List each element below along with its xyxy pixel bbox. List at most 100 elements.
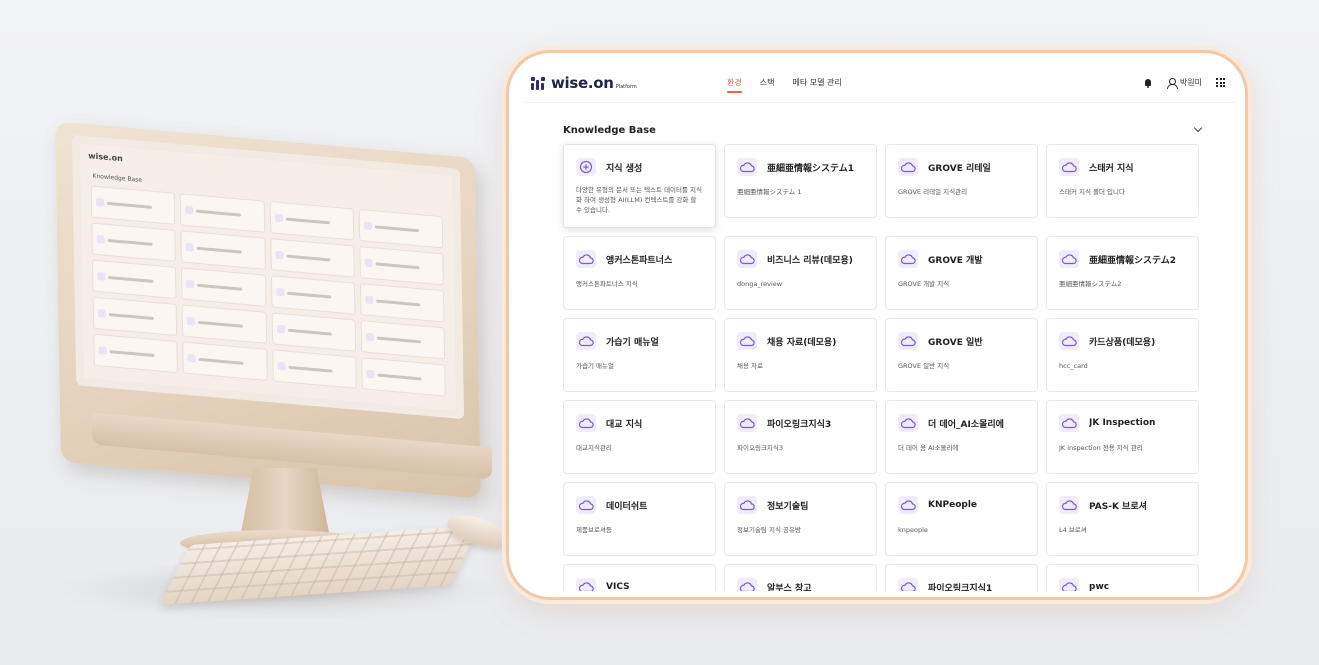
card-description: 亜細亜情報システム 1 bbox=[737, 188, 802, 196]
card-header: GROVE 개발 bbox=[898, 249, 1025, 269]
knowledge-base-card[interactable]: 亜細亜情報システム2 亜細亜情報システム2 bbox=[1046, 236, 1199, 310]
card-title: JK Inspection bbox=[1089, 418, 1156, 428]
main-content: Knowledge Base 지식 생성 다양한 유형의 문서 또는 텍스트 데이… bbox=[523, 103, 1235, 591]
knowledge-base-card[interactable]: 앵커스톤파트너스 앵커스톤파트너스 지식 bbox=[563, 236, 716, 310]
apps-grid-icon[interactable] bbox=[1216, 78, 1225, 87]
knowledge-base-card[interactable]: 대교 지식 대교지식관리 bbox=[563, 400, 716, 474]
mini-card bbox=[91, 259, 177, 300]
knowledge-base-card[interactable]: 파이오링크지식3 파이오링크지식3 bbox=[724, 400, 877, 474]
card-header: 파이오링크지식1 bbox=[898, 577, 1025, 591]
section-title: Knowledge Base bbox=[563, 125, 656, 136]
knowledge-base-card[interactable]: PAS-K 브로셔 L4 브로셔 bbox=[1046, 482, 1199, 556]
card-description: donga_review bbox=[737, 280, 783, 288]
cloud-icon bbox=[1059, 578, 1079, 591]
card-header: 알부스 창고 bbox=[737, 577, 864, 591]
card-description: GROVE 리테일 지식관리 bbox=[898, 188, 968, 196]
card-description: 채용 자료 bbox=[737, 362, 763, 370]
knowledge-base-card[interactable]: 데이터쉬트 제품브로셔등 bbox=[563, 482, 716, 556]
card-header: 스태커 지식 bbox=[1059, 157, 1186, 177]
mini-card bbox=[181, 267, 267, 307]
cloud-icon bbox=[1059, 496, 1079, 514]
knowledge-base-card[interactable]: 파이오링크지식1 bbox=[885, 564, 1038, 591]
knowledge-base-card[interactable]: GROVE 개발 GROVE 개발 지식 bbox=[885, 236, 1038, 310]
knowledge-base-card[interactable]: 비즈니스 리뷰(데모용) donga_review bbox=[724, 236, 877, 310]
knowledge-base-card[interactable]: 亜細亜情報システム1 亜細亜情報システム 1 bbox=[724, 144, 877, 218]
cloud-icon bbox=[898, 158, 918, 176]
card-header: 가습기 매뉴얼 bbox=[576, 331, 703, 351]
card-description: 스태커 지식 폴더 입니다 bbox=[1059, 188, 1125, 196]
card-title: 파이오링크지식3 bbox=[767, 419, 832, 430]
knowledge-base-card[interactable]: GROVE 일반 GROVE 일반 지식 bbox=[885, 318, 1038, 392]
card-title: 파이오링크지식1 bbox=[928, 583, 993, 592]
card-description: knpeople bbox=[898, 526, 928, 534]
nav-item-2[interactable]: 메타 모델 관리 bbox=[792, 63, 841, 102]
card-title: GROVE 일반 bbox=[928, 337, 983, 348]
cloud-icon bbox=[1059, 158, 1079, 176]
monitor-illustration: wise.on Knowledge Base bbox=[40, 121, 520, 650]
knowledge-base-card[interactable]: KNPeople knpeople bbox=[885, 482, 1038, 556]
knowledge-base-card[interactable]: 가습기 매뉴얼 가습기 매뉴얼 bbox=[563, 318, 716, 392]
mini-card bbox=[90, 185, 176, 225]
card-title: 채용 자료(데모용) bbox=[767, 337, 837, 348]
card-description: hcc_card bbox=[1059, 362, 1088, 370]
card-description: GROVE 개발 지식 bbox=[898, 280, 950, 288]
app-window: wise.on Platform 환경 스택 메타 모델 관리 박원미 Knowle… bbox=[523, 63, 1235, 591]
knowledge-base-card[interactable]: 스태커 지식스태커 지식 폴더 입니다 bbox=[1046, 144, 1199, 218]
card-title: VICS bbox=[606, 582, 630, 591]
logo[interactable]: wise.on Platform bbox=[531, 74, 727, 92]
card-title: 알부스 창고 bbox=[767, 583, 812, 592]
card-title: 亜細亜情報システム1 bbox=[767, 163, 854, 174]
plus-icon bbox=[576, 158, 596, 176]
knowledge-base-card[interactable]: 카드상품(데모용) hcc_card bbox=[1046, 318, 1199, 392]
user-icon bbox=[1166, 78, 1178, 89]
knowledge-base-card[interactable]: pwc bbox=[1046, 564, 1199, 591]
cloud-icon bbox=[576, 414, 596, 432]
create-knowledge-card[interactable]: 지식 생성 다양한 유형의 문서 또는 텍스트 데이터를 지식화 하여 생성형 A… bbox=[563, 144, 716, 228]
cloud-icon bbox=[737, 332, 757, 350]
chevron-down-icon[interactable] bbox=[1193, 123, 1203, 133]
card-description: 제품브로셔등 bbox=[576, 526, 612, 534]
knowledge-base-grid: 지식 생성 다양한 유형의 문서 또는 텍스트 데이터를 지식화 하여 생성형 A… bbox=[563, 144, 1199, 591]
bell-icon[interactable] bbox=[1143, 78, 1153, 88]
logo-text: wise.on bbox=[551, 73, 614, 92]
mini-card-grid bbox=[81, 185, 456, 398]
card-description: 가습기 매뉴얼 bbox=[576, 362, 614, 370]
mini-card bbox=[269, 201, 354, 241]
card-header: 카드상품(데모용) bbox=[1059, 331, 1186, 351]
card-header: 亜細亜情報システム1 bbox=[737, 157, 864, 177]
mini-card bbox=[179, 193, 265, 233]
knowledge-base-card[interactable]: 알부스 창고 bbox=[724, 564, 877, 591]
mini-card bbox=[271, 349, 357, 389]
nav-item-0[interactable]: 환경 bbox=[727, 63, 742, 102]
card-description: 파이오링크지식3 bbox=[737, 444, 783, 452]
nav-item-1[interactable]: 스택 bbox=[760, 63, 775, 102]
card-description: L4 브로셔 bbox=[1059, 526, 1087, 534]
mini-logo: wise.on bbox=[88, 150, 123, 163]
user-name: 박원미 bbox=[1179, 78, 1202, 87]
card-title: 지식 생성 bbox=[606, 163, 643, 174]
top-navigation-bar: wise.on Platform 환경 스택 메타 모델 관리 박원미 bbox=[523, 63, 1235, 103]
card-header: 정보기술팀 bbox=[737, 495, 864, 515]
user-menu[interactable]: 박원미 bbox=[1166, 77, 1202, 89]
card-title: 앵커스톤파트너스 bbox=[606, 255, 673, 266]
knowledge-base-card[interactable]: JK Inspection JK inspection 전용 지식 관리 bbox=[1046, 400, 1199, 474]
cloud-icon bbox=[898, 414, 918, 432]
knowledge-base-card[interactable]: 채용 자료(데모용) 채용 자료 bbox=[724, 318, 877, 392]
card-header: 대교 지식 bbox=[576, 413, 703, 433]
card-title: 대교 지식 bbox=[606, 419, 643, 430]
card-title: 더 데어_AI소몰리에 bbox=[928, 419, 1004, 430]
mini-card bbox=[269, 238, 355, 278]
card-title: 가습기 매뉴얼 bbox=[606, 337, 659, 348]
card-header: GROVE 일반 bbox=[898, 331, 1025, 351]
knowledge-base-card[interactable]: GROVE 리테일 GROVE 리테일 지식관리 bbox=[885, 144, 1038, 218]
card-header: JK Inspection bbox=[1059, 413, 1186, 433]
card-title: 비즈니스 리뷰(데모용) bbox=[767, 255, 853, 266]
cloud-icon bbox=[737, 496, 757, 514]
card-header: GROVE 리테일 bbox=[898, 157, 1025, 177]
knowledge-base-card[interactable]: 정보기술팀 정보기술팀 지식 공유방 bbox=[724, 482, 877, 556]
card-header: 지식 생성 bbox=[576, 157, 703, 177]
knowledge-base-card[interactable]: VICS bbox=[563, 564, 716, 591]
card-description: 더 데어 용 AI소몰리에 bbox=[898, 444, 959, 452]
top-right-actions: 박원미 bbox=[1143, 77, 1225, 89]
knowledge-base-card[interactable]: 더 데어_AI소몰리에더 데어 용 AI소몰리에 bbox=[885, 400, 1038, 474]
